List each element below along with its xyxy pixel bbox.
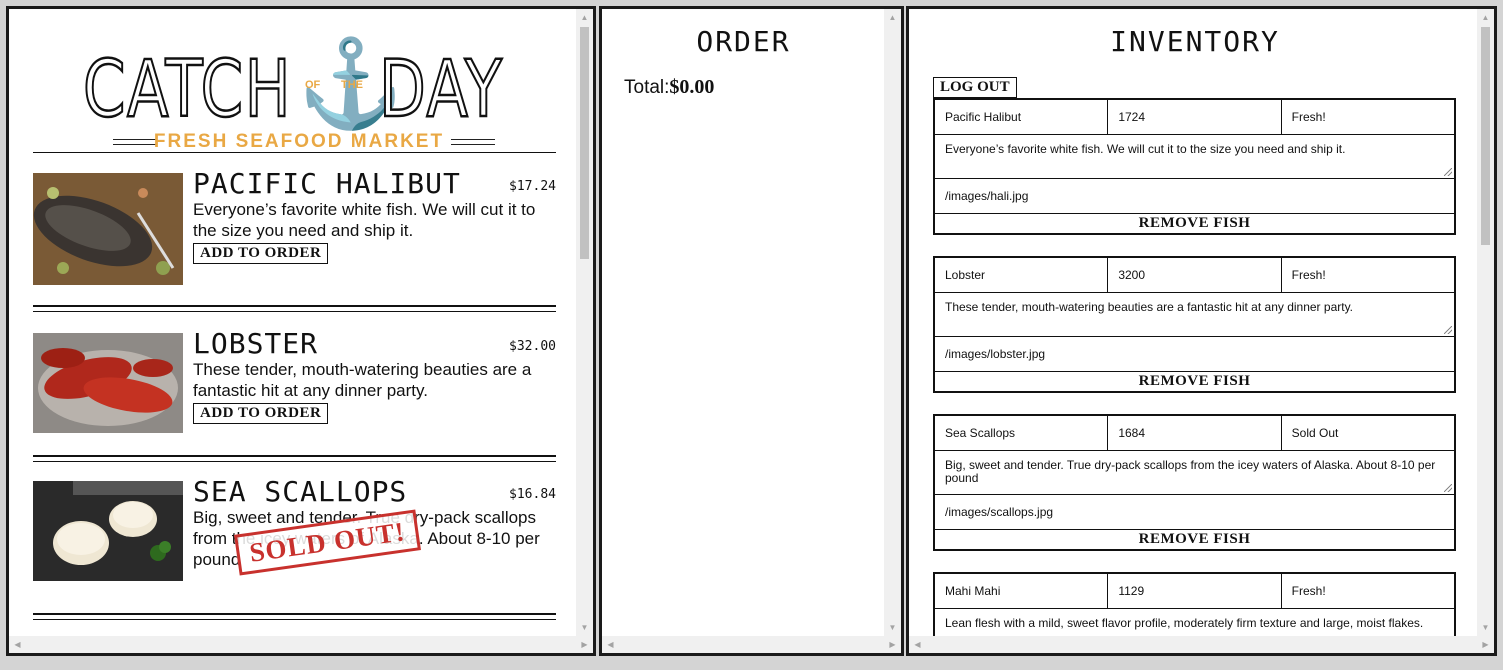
scroll-up-icon[interactable]: ▲ bbox=[576, 9, 593, 26]
inventory-item-form: Lobster 3200 Fresh! These tender, mouth-… bbox=[933, 256, 1456, 393]
scroll-up-icon[interactable]: ▲ bbox=[884, 9, 901, 26]
log-out-button[interactable]: LOG OUT bbox=[933, 77, 1017, 98]
fish-name: Lobster bbox=[193, 327, 319, 360]
fish-image-input[interactable]: /images/hali.jpg bbox=[935, 179, 1454, 214]
fish-name: Pacific Halibut bbox=[193, 167, 461, 200]
fish-status-select[interactable]: Sold Out bbox=[1282, 416, 1454, 450]
inventory-title: INVENTORY bbox=[1110, 25, 1280, 58]
catch-of-the-day-logo: CATCH ⚓ OF THE DAY FRESH SEAFOOD MARKET bbox=[79, 41, 519, 161]
scroll-down-icon[interactable]: ▼ bbox=[576, 619, 593, 636]
scroll-down-icon[interactable]: ▼ bbox=[884, 619, 901, 636]
fish-price-input[interactable]: 1129 bbox=[1108, 574, 1282, 608]
logo-word-of: OF bbox=[305, 79, 321, 91]
fish-price-input[interactable]: 1724 bbox=[1108, 100, 1282, 134]
inventory-item-form: Sea Scallops 1684 Sold Out Big, sweet an… bbox=[933, 414, 1456, 551]
logo-word-catch: CATCH bbox=[82, 45, 293, 135]
menu-panel: CATCH ⚓ OF THE DAY FRESH SEAFOOD MARKET … bbox=[6, 6, 596, 656]
scroll-right-icon[interactable]: ▶ bbox=[1477, 636, 1494, 653]
fish-price-input[interactable]: 3200 bbox=[1108, 258, 1282, 292]
scrollbar-thumb[interactable] bbox=[1481, 27, 1490, 245]
order-total: Total:$0.00 bbox=[624, 76, 714, 99]
logo-word-day: DAY bbox=[378, 45, 504, 135]
fish-price: $16.84 bbox=[509, 487, 556, 502]
scroll-right-icon[interactable]: ▶ bbox=[576, 636, 593, 653]
menu-item: Pacific Halibut $17.24 Everyone’s favori… bbox=[33, 167, 556, 288]
inventory-panel: INVENTORY LOG OUT Pacific Halibut 1724 F… bbox=[906, 6, 1497, 656]
fish-description-textarea[interactable]: These tender, mouth-watering beauties ar… bbox=[935, 293, 1454, 337]
scroll-down-icon[interactable]: ▼ bbox=[1477, 619, 1494, 636]
vertical-scrollbar[interactable]: ▲ ▼ bbox=[1477, 9, 1494, 636]
scrollbar-thumb[interactable] bbox=[580, 27, 589, 259]
fish-price-input[interactable]: 1684 bbox=[1108, 416, 1282, 450]
fish-description-textarea[interactable]: Everyone’s favorite white fish. We will … bbox=[935, 135, 1454, 179]
fish-name-input[interactable]: Lobster bbox=[935, 258, 1109, 292]
fish-name-input[interactable]: Mahi Mahi bbox=[935, 574, 1109, 608]
vertical-scrollbar[interactable]: ▲ ▼ bbox=[884, 9, 901, 636]
item-divider bbox=[33, 305, 556, 312]
halibut-image bbox=[33, 173, 183, 285]
fish-name: Sea Scallops bbox=[193, 475, 408, 508]
scallops-image bbox=[33, 481, 183, 581]
fish-status-select[interactable]: Fresh! bbox=[1282, 258, 1454, 292]
logo-word-the: THE bbox=[341, 79, 363, 91]
vertical-scrollbar[interactable]: ▲ ▼ bbox=[576, 9, 593, 636]
fish-price: $32.00 bbox=[509, 339, 556, 354]
scroll-right-icon[interactable]: ▶ bbox=[884, 636, 901, 653]
add-to-order-button[interactable]: ADD TO ORDER bbox=[193, 243, 329, 264]
fish-status-select[interactable]: Fresh! bbox=[1282, 574, 1454, 608]
scroll-left-icon[interactable]: ◀ bbox=[909, 636, 926, 653]
scroll-left-icon[interactable]: ◀ bbox=[9, 636, 26, 653]
scroll-up-icon[interactable]: ▲ bbox=[1477, 9, 1494, 26]
logo-divider bbox=[451, 139, 495, 145]
fish-name-input[interactable]: Sea Scallops bbox=[935, 416, 1109, 450]
item-divider bbox=[33, 613, 556, 620]
horizontal-scrollbar[interactable]: ◀ ▶ bbox=[9, 636, 593, 653]
inventory-item-form: Pacific Halibut 1724 Fresh! Everyone’s f… bbox=[933, 98, 1456, 235]
order-panel: ORDER Total:$0.00 ▲ ▼ ◀ ▶ bbox=[599, 6, 904, 656]
remove-fish-button[interactable]: REMOVE FISH bbox=[935, 530, 1454, 549]
fish-image-input[interactable]: /images/scallops.jpg bbox=[935, 495, 1454, 530]
remove-fish-button[interactable]: REMOVE FISH bbox=[935, 214, 1454, 233]
fish-description: Everyone’s favorite white fish. We will … bbox=[193, 200, 536, 240]
order-total-value: $0.00 bbox=[669, 76, 715, 98]
order-title: ORDER bbox=[696, 25, 791, 58]
item-divider bbox=[33, 455, 556, 462]
order-total-label: Total: bbox=[624, 77, 670, 98]
header-divider bbox=[33, 152, 556, 153]
lobster-image bbox=[33, 333, 183, 433]
remove-fish-button[interactable]: REMOVE FISH bbox=[935, 372, 1454, 391]
fish-status-select[interactable]: Fresh! bbox=[1282, 100, 1454, 134]
menu-item: Lobster $32.00 These tender, mouth-water… bbox=[33, 327, 556, 448]
fish-description: These tender, mouth-watering beauties ar… bbox=[193, 360, 532, 400]
horizontal-scrollbar[interactable]: ◀ ▶ bbox=[602, 636, 901, 653]
fish-image-input[interactable]: /images/lobster.jpg bbox=[935, 337, 1454, 372]
horizontal-scrollbar[interactable]: ◀ ▶ bbox=[909, 636, 1494, 653]
add-to-order-button[interactable]: ADD TO ORDER bbox=[193, 403, 329, 424]
fish-price: $17.24 bbox=[509, 179, 556, 194]
scroll-left-icon[interactable]: ◀ bbox=[602, 636, 619, 653]
fish-description-textarea[interactable]: Big, sweet and tender. True dry-pack sca… bbox=[935, 451, 1454, 495]
menu-item: Sea Scallops $16.84 Big, sweet and tende… bbox=[33, 475, 556, 596]
fish-name-input[interactable]: Pacific Halibut bbox=[935, 100, 1109, 134]
